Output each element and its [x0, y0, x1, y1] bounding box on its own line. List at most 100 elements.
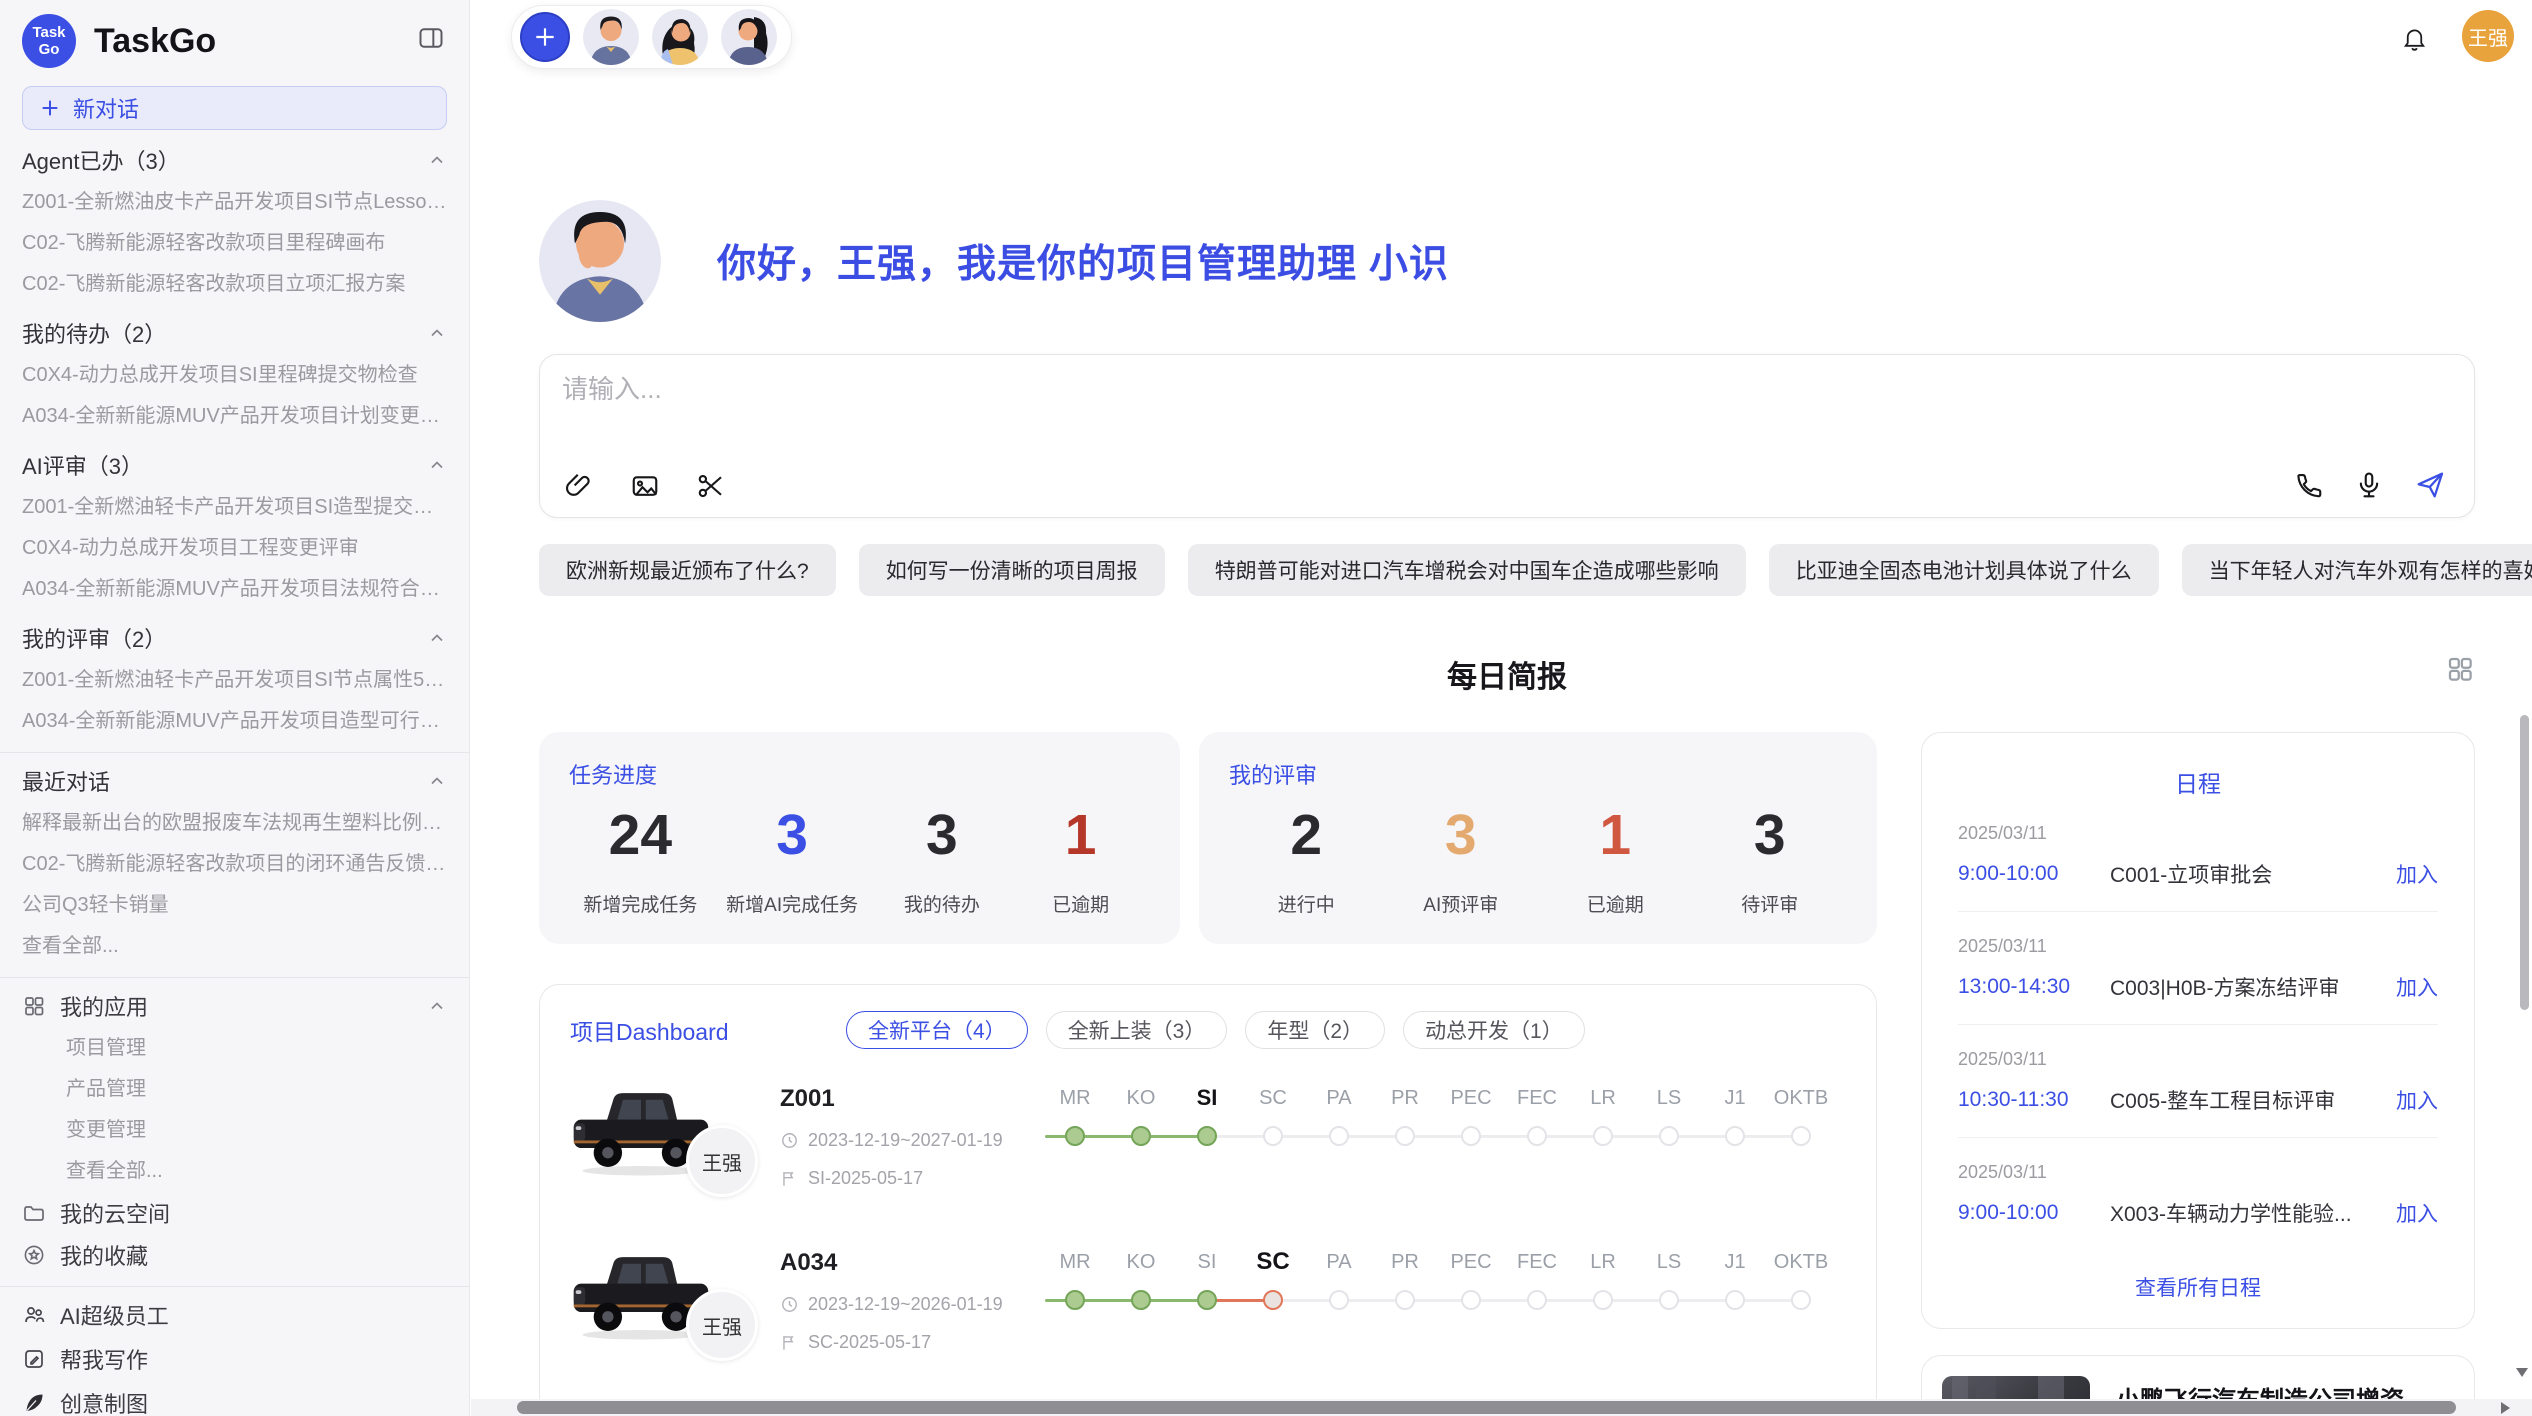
suggestion-chip[interactable]: 如何写一份清晰的项目周报 — [859, 544, 1165, 596]
composer-attachments — [564, 471, 726, 501]
main-content: 你好，王强，我是你的项目管理助理 小识 欧洲新规最近颁布了什么? 如何写一份清晰… — [539, 0, 2475, 1416]
join-meeting-link[interactable]: 加入 — [2396, 1085, 2438, 1115]
sidebar-task-item[interactable]: A034-全新新能源MUV产品开发项目计划变更表编写 — [22, 396, 447, 437]
briefing-left-column: 任务进度 24 新增完成任务 3 新增AI完成任务 — [539, 732, 1877, 1416]
tab-model-year[interactable]: 年型（2） — [1245, 1011, 1385, 1049]
schedule-time: 10:30-11:30 — [1958, 1088, 2110, 1112]
tab-powertrain-dev[interactable]: 动总开发（1） — [1403, 1011, 1585, 1049]
greeting-section: 你好，王强，我是你的项目管理助理 小识 — [539, 200, 2475, 322]
milestone-label: FEC — [1504, 1083, 1570, 1113]
dashboard-grid-icon[interactable] — [2445, 654, 2475, 684]
milestone-label-current: SI — [1174, 1083, 1240, 1113]
vertical-scrollbar-thumb[interactable] — [2520, 715, 2529, 1010]
apps-view-all[interactable]: 查看全部... — [22, 1151, 447, 1192]
app-item-project-mgmt[interactable]: 项目管理 — [22, 1028, 447, 1069]
phone-icon[interactable] — [2294, 470, 2324, 500]
view-all-schedule-link[interactable]: 查看所有日程 — [1958, 1272, 2438, 1302]
scroll-right-arrow[interactable] — [2501, 1402, 2510, 1414]
milestone-node — [1329, 1126, 1349, 1146]
section-header-recent-chats[interactable]: 最近对话 — [22, 759, 447, 803]
section-header-ai-review[interactable]: AI评审（3） — [22, 443, 447, 487]
sidebar-item-ai-super-staff[interactable]: AI超级员工 — [22, 1293, 447, 1337]
image-icon[interactable] — [630, 471, 660, 501]
paperclip-icon[interactable] — [564, 471, 594, 501]
my-review-card: 我的评审 2 进行中 3 AI预评审 — [1199, 732, 1877, 944]
sidebar-task-item[interactable]: Z001-全新燃油轻卡产品开发项目SI节点属性5D文件评审 — [22, 660, 447, 701]
project-row-z001[interactable]: 王强 Z001 2023-12-19~2027-01-19 — [570, 1083, 1846, 1213]
project-code: A034 — [780, 1249, 1042, 1277]
sidebar-collapse-icon[interactable] — [417, 24, 445, 52]
app-item-product-mgmt[interactable]: 产品管理 — [22, 1069, 447, 1110]
milestone-node — [1527, 1126, 1547, 1146]
milestone-label: PA — [1306, 1083, 1372, 1113]
message-input[interactable] — [562, 369, 2452, 449]
sidebar-task-item[interactable]: A034-全新新能源MUV产品开发项目法规符合性评审 — [22, 569, 447, 610]
logo-line2: Go — [39, 41, 60, 58]
milestone-node — [1791, 1290, 1811, 1310]
suggestion-chips: 欧洲新规最近颁布了什么? 如何写一份清晰的项目周报 特朗普可能对进口汽车增税会对… — [539, 544, 2475, 596]
project-flag: SI-2025-05-17 — [808, 1168, 923, 1189]
send-icon[interactable] — [2414, 469, 2446, 501]
app-item-change-mgmt[interactable]: 变更管理 — [22, 1110, 447, 1151]
section-header-agent-done[interactable]: Agent已办（3） — [22, 138, 447, 182]
suggestion-chip[interactable]: 特朗普可能对进口汽车增税会对中国车企造成哪些影响 — [1188, 544, 1746, 596]
suggestion-chip[interactable]: 当下年轻人对汽车外观有怎样的喜好趋势 — [2182, 544, 2532, 596]
section-title: 我的评审（2） — [22, 622, 166, 654]
schedule-item: 2025/03/11 10:30-11:30 C005-整车工程目标评审 加入 — [1958, 1025, 2438, 1138]
stat-new-ai-done-tasks: 3 新增AI完成任务 — [726, 802, 858, 917]
sidebar-task-item[interactable]: A034-全新新能源MUV产品开发项目造型可行性评审 — [22, 701, 447, 742]
schedule-date: 2025/03/11 — [1958, 936, 2438, 957]
milestone-node — [1659, 1126, 1679, 1146]
horizontal-scrollbar[interactable] — [471, 1399, 2532, 1416]
sidebar-item-favorites[interactable]: 我的收藏 — [22, 1234, 447, 1276]
section-header-my-review[interactable]: 我的评审（2） — [22, 616, 447, 660]
milestone-node — [1725, 1126, 1745, 1146]
new-chat-button[interactable]: 新对话 — [22, 86, 447, 130]
suggestion-chip[interactable]: 比亚迪全固态电池计划具体说了什么 — [1769, 544, 2159, 596]
mic-icon[interactable] — [2354, 470, 2384, 500]
clock-icon — [780, 1131, 799, 1150]
milestone-node — [1263, 1126, 1283, 1146]
sidebar-task-item[interactable]: C0X4-动力总成开发项目SI里程碑提交物检查 — [22, 355, 447, 396]
join-meeting-link[interactable]: 加入 — [2396, 972, 2438, 1002]
sidebar-item-creative-drawing[interactable]: 创意制图 — [22, 1381, 447, 1416]
join-meeting-link[interactable]: 加入 — [2396, 1198, 2438, 1228]
feather-icon — [22, 1391, 46, 1415]
flag-icon — [780, 1333, 799, 1352]
sidebar-task-item[interactable]: C02-飞腾新能源轻客改款项目里程碑画布 — [22, 223, 447, 264]
sidebar-task-item[interactable]: C0X4-动力总成开发项目工程变更评审 — [22, 528, 447, 569]
sidebar-task-item[interactable]: C02-飞腾新能源轻客改款项目立项汇报方案 — [22, 264, 447, 305]
sidebar-item-cloud-space[interactable]: 我的云空间 — [22, 1192, 447, 1234]
milestone-timeline: MR KO SI SC PA PR PEC FEC LR LS — [1042, 1083, 1846, 1157]
sidebar-task-item[interactable]: Z001-全新燃油轻卡产品开发项目SI造型提交物评审 — [22, 487, 447, 528]
recent-chats-view-all[interactable]: 查看全部... — [22, 926, 447, 967]
card-title: 任务进度 — [569, 758, 1150, 790]
recent-chat-item[interactable]: 解释最新出台的欧盟报废车法规再生塑料比例被调至15%... — [22, 803, 447, 844]
recent-chat-item[interactable]: 公司Q3轻卡销量 — [22, 885, 447, 926]
chevron-up-icon — [427, 771, 447, 791]
new-chat-label: 新对话 — [73, 92, 139, 124]
briefing-right-column: 日程 2025/03/11 9:00-10:00 C001-立项审批会 加入 2… — [1921, 732, 2475, 1416]
project-row-a034[interactable]: 王强 A034 2023-12-19~2026-01-19 — [570, 1247, 1846, 1377]
recent-chat-item[interactable]: C02-飞腾新能源轻客改款项目的闭环通告反馈情况 — [22, 844, 447, 885]
project-owner-badge: 王强 — [686, 1125, 758, 1197]
scroll-down-arrow[interactable] — [2516, 1368, 2528, 1377]
tab-new-platform[interactable]: 全新平台（4） — [846, 1011, 1028, 1049]
stat-in-progress: 2 进行中 — [1251, 802, 1361, 917]
milestone-node — [1395, 1290, 1415, 1310]
project-code: Z001 — [780, 1085, 1042, 1113]
section-header-my-apps[interactable]: 我的应用 — [22, 984, 447, 1028]
milestone-label: LR — [1570, 1247, 1636, 1277]
sidebar-task-item[interactable]: Z001-全新燃油皮卡产品开发项目SI节点Lesson Learn报告 — [22, 182, 447, 223]
milestone-label: J1 — [1702, 1083, 1768, 1113]
chevron-up-icon — [427, 996, 447, 1016]
milestone-label: PA — [1306, 1247, 1372, 1277]
sidebar-item-help-me-write[interactable]: 帮我写作 — [22, 1337, 447, 1381]
suggestion-chip[interactable]: 欧洲新规最近颁布了什么? — [539, 544, 836, 596]
section-header-my-todo[interactable]: 我的待办（2） — [22, 311, 447, 355]
logo-line1: Task — [32, 24, 65, 41]
join-meeting-link[interactable]: 加入 — [2396, 859, 2438, 889]
horizontal-scrollbar-thumb[interactable] — [517, 1401, 2456, 1414]
tab-new-upfit[interactable]: 全新上装（3） — [1046, 1011, 1228, 1049]
scissors-icon[interactable] — [696, 471, 726, 501]
